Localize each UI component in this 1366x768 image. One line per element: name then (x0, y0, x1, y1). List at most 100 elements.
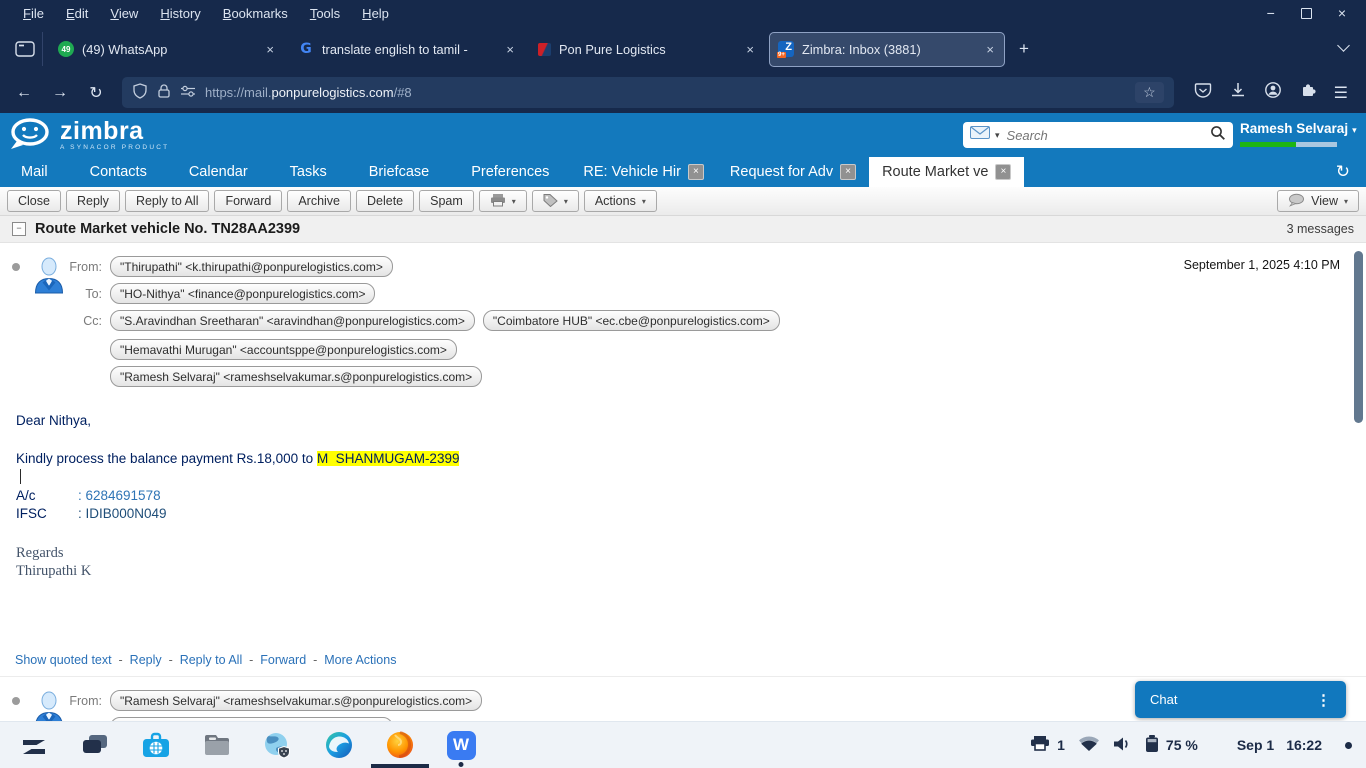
address-bubble-cc[interactable]: "Coimbatore HUB" <ec.cbe@ponpurelogistic… (483, 310, 780, 331)
url-bar[interactable]: https://mail.ponpurelogistics.com/#8 ☆ (122, 77, 1174, 108)
reply-to-all-link[interactable]: Reply to All (180, 653, 261, 667)
chat-widget[interactable]: Chat ⋮ (1135, 681, 1346, 718)
tag-button[interactable]: ▾ (532, 190, 579, 212)
archive-button[interactable]: Archive (287, 190, 351, 212)
address-bubble-to[interactable]: "HO-Nithya" <finance@ponpurelogistics.co… (110, 283, 375, 304)
permissions-icon[interactable] (180, 84, 196, 101)
forward-button[interactable]: Forward (214, 190, 282, 212)
shield-icon[interactable] (132, 83, 148, 102)
close-button[interactable]: Close (7, 190, 61, 212)
search-input[interactable] (1005, 127, 1205, 144)
lock-icon[interactable] (157, 83, 171, 102)
actions-button[interactable]: Actions ▾ (584, 190, 657, 212)
wifi-icon[interactable] (1078, 735, 1100, 755)
bookmark-star-icon[interactable]: ☆ (1135, 82, 1164, 103)
account-icon[interactable] (1264, 81, 1282, 104)
firefox-icon[interactable] (384, 729, 416, 761)
print-button[interactable]: ▾ (479, 190, 527, 212)
extensions-icon[interactable] (1299, 81, 1317, 104)
menu-edit[interactable]: Edit (55, 6, 99, 21)
volume-icon[interactable] (1113, 736, 1132, 755)
url-text[interactable]: https://mail.ponpurelogistics.com/#8 (205, 85, 1126, 100)
conv-tab-route-market[interactable]: Route Market ve × (869, 157, 1024, 187)
collapse-conversation-icon[interactable]: − (12, 222, 26, 236)
battery-indicator[interactable]: 75 % (1145, 734, 1198, 756)
nav-preferences[interactable]: Preferences (450, 157, 570, 187)
back-icon[interactable]: ← (10, 84, 38, 102)
address-bubble-cc[interactable]: "S.Aravindhan Sreetharan" <aravindhan@po… (110, 310, 475, 331)
software-store-icon[interactable] (140, 729, 172, 761)
hamburger-menu-icon[interactable]: ☰ (1334, 83, 1348, 103)
close-tab-icon[interactable]: × (264, 42, 276, 57)
scrollbar-thumb[interactable] (1354, 251, 1363, 423)
show-quoted-text-link[interactable]: Show quoted text (15, 653, 130, 667)
close-tab-icon[interactable]: × (744, 42, 756, 57)
close-tab-icon[interactable]: × (504, 42, 516, 57)
mail-scope-icon[interactable] (970, 126, 990, 144)
forward-link[interactable]: Forward (260, 653, 324, 667)
nav-tasks[interactable]: Tasks (269, 157, 348, 187)
nav-calendar[interactable]: Calendar (168, 157, 269, 187)
close-conv-tab-icon[interactable]: × (995, 164, 1011, 180)
more-actions-link[interactable]: More Actions (324, 653, 396, 667)
minimize-icon[interactable]: − (1267, 6, 1275, 20)
new-tab-button[interactable]: + (1009, 39, 1039, 59)
subject-bar: − Route Market vehicle No. TN28AA2399 3 … (0, 216, 1366, 243)
list-all-tabs-icon[interactable] (1339, 40, 1358, 58)
message-1[interactable]: September 1, 2025 4:10 PM From: "Thirupa… (0, 243, 1366, 667)
nav-mail[interactable]: Mail (0, 157, 69, 187)
address-bubble-from[interactable]: "Ramesh Selvaraj" <rameshselvakumar.s@po… (110, 690, 482, 711)
menu-tools[interactable]: Tools (299, 6, 351, 21)
firefox-view-icon[interactable] (8, 32, 43, 66)
zorin-menu-icon[interactable] (18, 729, 50, 761)
chat-menu-kebab-icon[interactable]: ⋮ (1316, 691, 1331, 709)
menu-view[interactable]: View (99, 6, 149, 21)
pocket-icon[interactable] (1194, 81, 1212, 104)
view-button[interactable]: View ▾ (1277, 190, 1359, 212)
tab-whatsapp[interactable]: 49 (49) WhatsApp × (49, 32, 285, 67)
tab-ponpure-logistics[interactable]: Pon Pure Logistics × (529, 32, 765, 67)
clock[interactable]: Sep 1 16:22 (1237, 737, 1322, 753)
highlighted-payee: M SHANMUGAM-2399 (317, 451, 460, 466)
search-scope-caret-icon[interactable]: ▾ (995, 130, 1000, 141)
restore-icon[interactable] (1301, 8, 1312, 19)
nav-contacts[interactable]: Contacts (69, 157, 168, 187)
spam-button[interactable]: Spam (419, 190, 474, 212)
close-conv-tab-icon[interactable]: × (688, 164, 704, 180)
nav-briefcase[interactable]: Briefcase (348, 157, 450, 187)
menu-file[interactable]: File (12, 6, 55, 21)
user-menu[interactable]: Ramesh Selvaraj▾ (1240, 120, 1344, 147)
delete-button[interactable]: Delete (356, 190, 414, 212)
close-conv-tab-icon[interactable]: × (840, 164, 856, 180)
workspaces-icon[interactable] (79, 729, 111, 761)
reply-to-all-button[interactable]: Reply to All (125, 190, 210, 212)
conv-tab-re-vehicle-hire[interactable]: RE: Vehicle Hir × (570, 157, 717, 187)
address-bubble-cc[interactable]: "Hemavathi Murugan" <accountsppe@ponpure… (110, 339, 457, 360)
edge-browser-icon[interactable] (323, 729, 355, 761)
address-bubble-cc[interactable]: "Ramesh Selvaraj" <rameshselvakumar.s@po… (110, 366, 482, 387)
refresh-icon[interactable]: ↻ (1336, 157, 1366, 187)
menu-help[interactable]: Help (351, 6, 400, 21)
menu-bookmarks[interactable]: Bookmarks (212, 6, 299, 21)
address-bubble-from[interactable]: "Thirupathi" <k.thirupathi@ponpurelogist… (110, 256, 393, 277)
search-box[interactable]: ▾ (963, 122, 1233, 148)
notification-dot[interactable] (1345, 742, 1352, 749)
address-bubble-to[interactable]: "Thirupathi" <k.thirupathi@ponpurelogist… (110, 717, 393, 721)
tab-zimbra-inbox[interactable]: Z9+ Zimbra: Inbox (3881) × (769, 32, 1005, 67)
files-icon[interactable] (201, 729, 233, 761)
wps-office-icon[interactable]: W (445, 729, 477, 761)
close-tab-icon[interactable]: × (984, 42, 996, 57)
conv-tab-request-for-adv[interactable]: Request for Adv × (717, 157, 869, 187)
reply-link[interactable]: Reply (130, 653, 180, 667)
browser-globe-shield-icon[interactable] (262, 729, 294, 761)
tab-google-translate[interactable]: G translate english to tamil - × (289, 32, 525, 67)
reply-button[interactable]: Reply (66, 190, 120, 212)
print-queue-indicator[interactable]: 1 (1030, 735, 1065, 755)
downloads-icon[interactable] (1229, 81, 1247, 104)
menu-history[interactable]: History (149, 6, 211, 21)
close-window-icon[interactable]: × (1338, 6, 1346, 20)
google-icon: G (298, 41, 314, 57)
reload-icon[interactable]: ↻ (82, 83, 110, 103)
search-icon[interactable] (1210, 125, 1226, 146)
forward-icon[interactable]: → (46, 84, 74, 102)
